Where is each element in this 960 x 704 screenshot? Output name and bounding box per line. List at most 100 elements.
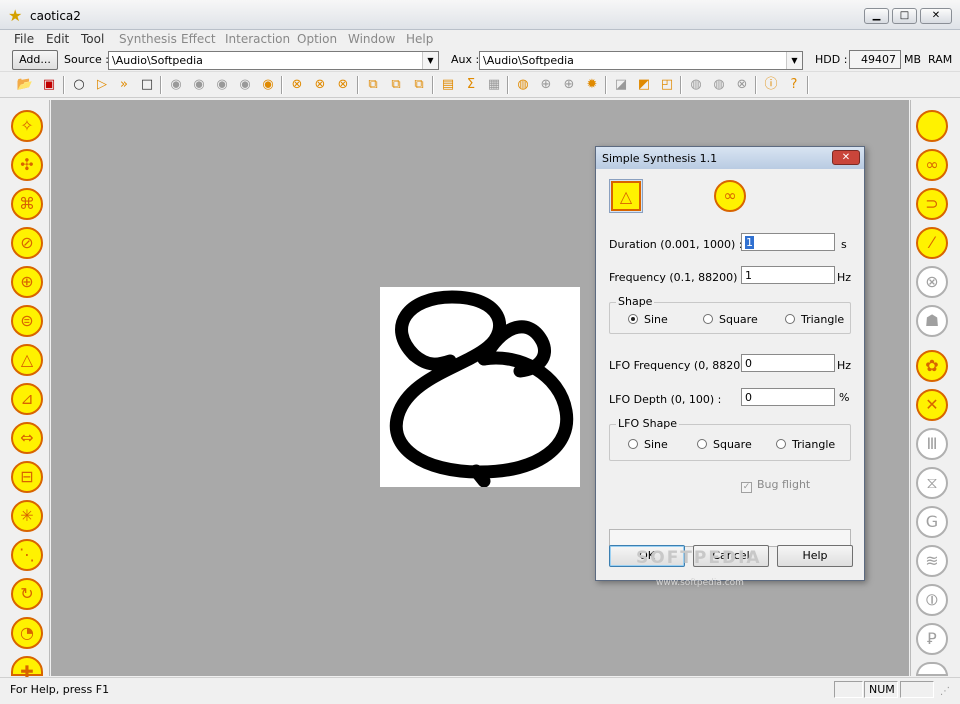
dialog-title: Simple Synthesis 1.1 xyxy=(602,152,718,165)
x-circle-tool-icon[interactable]: ⊗ xyxy=(916,266,948,298)
pillars-tool-icon[interactable]: Ⅲ xyxy=(916,428,948,460)
shape-group-title: Shape xyxy=(616,295,655,308)
shape-triangle-radio[interactable]: Triangle xyxy=(785,313,844,326)
box-tool-icon[interactable]: ⊟ xyxy=(11,461,43,493)
slash-tool-icon[interactable]: ⁄ xyxy=(916,227,948,259)
chevron-down-icon[interactable]: ▼ xyxy=(786,52,802,69)
paste-special-icon[interactable]: ⧉ xyxy=(410,76,428,94)
stop-icon[interactable]: □ xyxy=(138,76,156,94)
circle-tool-icon[interactable] xyxy=(916,110,948,142)
lfo-shape-triangle-radio[interactable]: Triangle xyxy=(776,438,835,451)
close-button[interactable]: ✕ xyxy=(920,8,952,24)
ram-label: RAM xyxy=(928,53,953,66)
triangle-gear-button[interactable]: △ xyxy=(609,179,643,213)
menu-file[interactable]: File xyxy=(14,32,34,46)
tool-g-icon[interactable]: ⊗ xyxy=(311,76,329,94)
bug-flight-checkbox[interactable]: ✓ Bug flight xyxy=(741,478,810,493)
tool-q-icon[interactable]: ⊗ xyxy=(733,76,751,94)
flower-tool-icon[interactable]: ✿ xyxy=(916,350,948,382)
aux-combo[interactable]: \Audio\Softpedia ▼ xyxy=(479,51,803,70)
tool-j-icon[interactable]: ⊕ xyxy=(537,76,555,94)
mask-tool-icon[interactable]: ☗ xyxy=(916,305,948,337)
help-icon[interactable]: ? xyxy=(785,76,803,94)
tool-i-icon[interactable]: ◍ xyxy=(514,76,532,94)
save-icon[interactable]: ▣ xyxy=(40,76,58,94)
menu-option[interactable]: Option xyxy=(297,32,337,46)
tool-p-icon[interactable]: ◍ xyxy=(710,76,728,94)
paste-icon[interactable]: ⧉ xyxy=(387,76,405,94)
help-button[interactable]: Help xyxy=(777,545,853,567)
cross-x-tool-icon[interactable]: ✕ xyxy=(916,389,948,421)
record-icon[interactable]: ○ xyxy=(70,76,88,94)
more-tool-icon[interactable] xyxy=(916,662,948,676)
lfo-depth-input[interactable]: 0 xyxy=(741,388,835,406)
lens-tool-icon[interactable]: ⦶ xyxy=(916,584,948,616)
duration-input[interactable]: 1 xyxy=(741,233,835,251)
minimize-button[interactable]: ▁ xyxy=(864,8,889,24)
infinity-mode-icon[interactable]: ∞ xyxy=(714,180,746,212)
star-tool-icon[interactable]: ✧ xyxy=(11,110,43,142)
open-folder-icon[interactable]: 📂 xyxy=(16,76,34,94)
menu-interaction[interactable]: Interaction xyxy=(225,32,290,46)
tool-n-icon[interactable]: ◰ xyxy=(658,76,676,94)
oval-tool-icon[interactable]: ⊃ xyxy=(916,188,948,220)
swirl-tool-icon[interactable]: ✣ xyxy=(11,149,43,181)
tool-f-icon[interactable]: ⊗ xyxy=(288,76,306,94)
infinity-tool-icon[interactable]: ∞ xyxy=(916,149,948,181)
source-value: \Audio\Softpedia xyxy=(112,54,203,67)
info-doc-icon[interactable]: ▤ xyxy=(439,76,457,94)
arrows-tool-icon[interactable]: ⇔ xyxy=(11,422,43,454)
tool-m-icon[interactable]: ◩ xyxy=(635,76,653,94)
g-tool-icon[interactable]: G xyxy=(916,506,948,538)
grid-icon[interactable]: ▦ xyxy=(485,76,503,94)
burst-tool-icon[interactable]: ✳ xyxy=(11,500,43,532)
lfo-shape-square-radio[interactable]: Square xyxy=(697,438,752,451)
menu-help[interactable]: Help xyxy=(406,32,433,46)
steps-tool-icon[interactable]: ⋱ xyxy=(11,539,43,571)
tool-o-icon[interactable]: ◍ xyxy=(687,76,705,94)
stripes-tool-icon[interactable]: ≋ xyxy=(916,545,948,577)
loop-tool-icon[interactable]: ◔ xyxy=(11,617,43,649)
menu-window[interactable]: Window xyxy=(348,32,395,46)
shape-sine-radio[interactable]: Sine xyxy=(628,313,668,326)
add-button[interactable]: Add... xyxy=(12,50,58,70)
menu-edit[interactable]: Edit xyxy=(46,32,69,46)
ellipse-tool-icon[interactable]: ⊜ xyxy=(11,305,43,337)
gear-icon[interactable]: ✹ xyxy=(583,76,601,94)
sum-icon[interactable]: Σ xyxy=(462,76,480,94)
maximize-button[interactable]: □ xyxy=(892,8,917,24)
info-icon[interactable]: ⓘ xyxy=(762,76,780,94)
resize-grip-icon[interactable]: ⋰ xyxy=(940,686,950,697)
lfo-frequency-input[interactable]: 0 xyxy=(741,354,835,372)
copy-icon[interactable]: ⧉ xyxy=(364,76,382,94)
menu-effect[interactable]: Effect xyxy=(181,32,216,46)
menu-synthesis[interactable]: Synthesis xyxy=(119,32,177,46)
fast-forward-icon[interactable]: » xyxy=(115,76,133,94)
mb-label: MB xyxy=(904,53,922,66)
tool-a-icon[interactable]: ◉ xyxy=(167,76,185,94)
frequency-input[interactable]: 1 xyxy=(741,266,835,284)
tool-k-icon[interactable]: ⊕ xyxy=(560,76,578,94)
diagonal-tool-icon[interactable]: ⊘ xyxy=(11,227,43,259)
knot-tool-icon[interactable]: ⌘ xyxy=(11,188,43,220)
lfo-shape-sine-radio[interactable]: Sine xyxy=(628,438,668,451)
menu-tool[interactable]: Tool xyxy=(81,32,104,46)
source-combo[interactable]: \Audio\Softpedia ▼ xyxy=(108,51,439,70)
ramp-tool-icon[interactable]: ⊿ xyxy=(11,383,43,415)
triangle-tool-icon[interactable]: △ xyxy=(11,344,43,376)
spiral-tool-icon[interactable]: ↻ xyxy=(11,578,43,610)
tool-h-icon[interactable]: ⊗ xyxy=(334,76,352,94)
tool-d-icon[interactable]: ◉ xyxy=(236,76,254,94)
chevron-down-icon[interactable]: ▼ xyxy=(422,52,438,69)
play-icon[interactable]: ▷ xyxy=(93,76,111,94)
dp-tool-icon[interactable]: Ꝑ xyxy=(916,623,948,655)
tool-e-icon[interactable]: ◉ xyxy=(259,76,277,94)
tool-c-icon[interactable]: ◉ xyxy=(213,76,231,94)
cross-tool-icon[interactable]: ⊕ xyxy=(11,266,43,298)
tool-l-icon[interactable]: ◪ xyxy=(612,76,630,94)
plus-tool-icon[interactable]: ✚ xyxy=(11,656,43,681)
hourglass-tool-icon[interactable]: ⧖ xyxy=(916,467,948,499)
tool-b-icon[interactable]: ◉ xyxy=(190,76,208,94)
shape-square-radio[interactable]: Square xyxy=(703,313,758,326)
dialog-close-button[interactable]: ✕ xyxy=(832,150,860,165)
